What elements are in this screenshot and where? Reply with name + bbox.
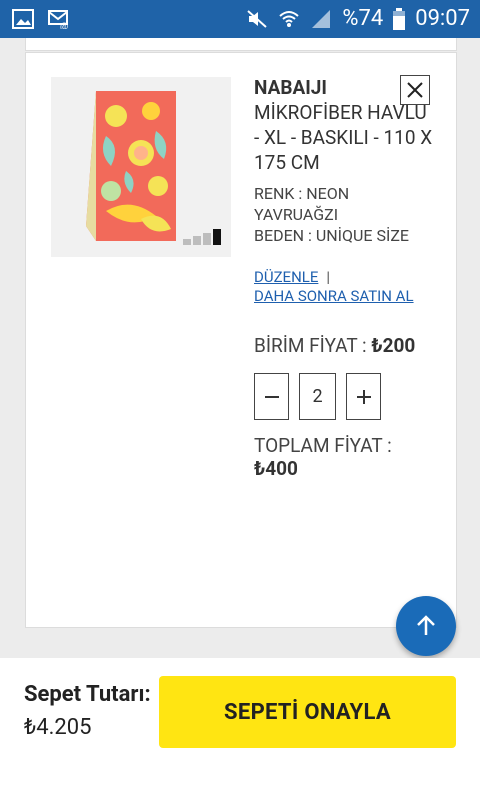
increase-quantity-button[interactable] — [346, 373, 381, 420]
cart-item-card: NABAIJI MİKROFİBER HAVLU - XL - BASKILI … — [25, 52, 457, 628]
product-size: BEDEN : UNİQUE SİZE — [254, 226, 409, 245]
product-color: RENK : NEON YAVRUAĞZI — [254, 184, 350, 224]
total-price-label: TOPLAM FİYAT : — [254, 434, 392, 457]
quantity-value[interactable]: 2 — [299, 373, 336, 420]
minus-icon — [264, 395, 279, 398]
product-image[interactable] — [51, 77, 231, 257]
unit-price-row: BİRİM FİYAT : ₺200 — [254, 334, 434, 357]
signal-icon — [312, 9, 331, 28]
item-actions: DÜZENLE | DAHA SONRA SATIN AL — [254, 268, 434, 306]
svg-text:@: @ — [60, 22, 68, 29]
total-price-row: TOPLAM FİYAT : ₺400 — [254, 434, 434, 480]
product-name[interactable]: MİKROFİBER HAVLU - XL - BASKILI - 110 X … — [254, 100, 434, 175]
email-icon: @ — [48, 10, 68, 29]
save-for-later-link[interactable]: DAHA SONRA SATIN AL — [254, 287, 414, 305]
previous-cart-item — [25, 38, 457, 51]
cart-total: Sepet Tutarı: ₺4.205 — [24, 678, 154, 744]
decrease-quantity-button[interactable] — [254, 373, 289, 420]
cart-content: NABAIJI MİKROFİBER HAVLU - XL - BASKILI … — [0, 38, 480, 658]
quantity-stepper: 2 — [254, 373, 434, 420]
action-separator: | — [326, 268, 331, 286]
battery-icon — [393, 7, 406, 30]
edit-link[interactable]: DÜZENLE — [254, 268, 318, 286]
image-gallery-indicator-icon — [183, 229, 221, 245]
unit-price-value: ₺200 — [371, 334, 416, 357]
battery-percent: %74 — [342, 6, 384, 31]
plus-icon — [356, 389, 371, 404]
gallery-icon — [12, 9, 34, 29]
confirm-cart-button[interactable]: SEPETİ ONAYLA — [159, 676, 456, 748]
scroll-to-top-button[interactable] — [396, 596, 456, 656]
status-bar: @ %74 09:07 — [0, 0, 480, 38]
clock: 09:07 — [415, 6, 470, 31]
towel-image — [86, 91, 176, 241]
wifi-icon — [279, 10, 300, 27]
product-info: NABAIJI MİKROFİBER HAVLU - XL - BASKILI … — [254, 75, 434, 480]
close-icon — [407, 82, 423, 98]
total-price-value: ₺400 — [254, 457, 298, 480]
remove-item-button[interactable] — [400, 75, 430, 105]
cart-total-value: ₺4.205 — [24, 715, 92, 740]
checkout-bar: Sepet Tutarı: ₺4.205 SEPETİ ONAYLA — [0, 658, 480, 800]
mute-icon — [247, 9, 268, 28]
arrow-up-icon — [417, 615, 435, 635]
unit-price-label: BİRİM FİYAT : — [254, 334, 367, 357]
cart-total-label: Sepet Tutarı: — [24, 682, 151, 707]
